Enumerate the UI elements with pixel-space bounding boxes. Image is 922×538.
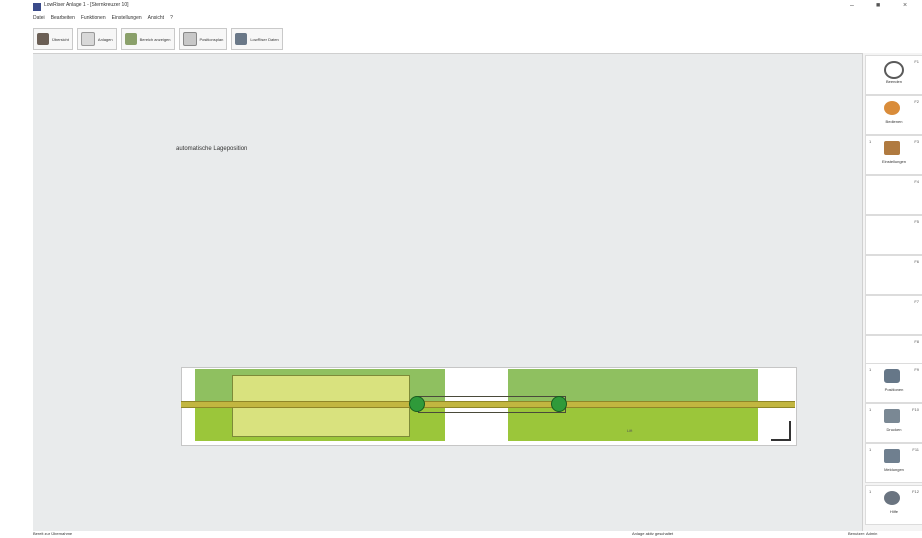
sidebar-fkey: F4 [914, 179, 919, 184]
sidebar-item-label: Einstellungen [881, 159, 907, 164]
close-button[interactable]: × [903, 2, 907, 9]
sidebar-item-f7[interactable]: F7 [865, 295, 922, 335]
sidebar-item-f5[interactable]: F5 [865, 215, 922, 255]
settings-icon [884, 141, 900, 155]
resize-corner-icon[interactable] [771, 421, 791, 441]
toolbar-plan-label: Positionsplan [199, 36, 224, 42]
toolbar-area-button[interactable]: Bereich anzeigen [120, 28, 175, 50]
plant-diagram[interactable]: Lift [181, 367, 797, 446]
sidebar-fkey: F7 [914, 299, 919, 304]
sidebar-item-einstellungen[interactable]: 1 F3 Einstellungen [865, 135, 922, 175]
plant-icon [80, 32, 95, 46]
sidebar-fkey: F9 [914, 367, 919, 372]
app-icon [33, 3, 41, 11]
toolbar: Übersicht Anlagen Bereich anzeigen Posit… [33, 28, 283, 50]
menu-bearbeiten[interactable]: Bearbeiten [51, 15, 75, 25]
area-icon [124, 33, 137, 45]
overview-icon [37, 33, 49, 45]
sidebar-item-beenden[interactable]: F1 Beenden [865, 55, 922, 95]
rail-connector [418, 396, 566, 413]
sidebar-fkey: F11 [912, 447, 919, 452]
menu-datei[interactable]: Datei [33, 15, 45, 25]
menu-bar: Datei Bearbeiten Funktionen Einstellunge… [33, 15, 173, 25]
help-icon [884, 491, 900, 505]
sidebar-item-label: Bedienen [885, 119, 903, 124]
position-node-right[interactable] [551, 396, 567, 412]
sidebar-fkey: F12 [912, 489, 919, 494]
toolbar-plant-label: Anlagen [97, 36, 113, 42]
sidebar-fkey: F3 [914, 139, 919, 144]
sidebar-item-label: Beenden [885, 79, 902, 84]
sidebar-item-f4[interactable]: F4 [865, 175, 922, 215]
sidebar-fkey: F10 [912, 407, 919, 412]
canvas-caption: automatische Lageposition [176, 146, 248, 152]
sidebar-fkey: F5 [914, 219, 919, 224]
sidebar-fkey: F1 [914, 59, 919, 64]
status-bar: Bereit zur Übernahme Anlage aktiv gescha… [0, 531, 922, 538]
sidebar-fkey: F8 [914, 339, 919, 344]
status-right: Benutzer: Admin [848, 531, 878, 536]
sidebar-item-positionen[interactable]: 1 F9 Positionen [865, 363, 922, 403]
toolbar-data-label: LowRiser Daten [250, 36, 279, 42]
sidebar-item-meldungen[interactable]: 1 F11 Meldungen [865, 443, 922, 483]
print-icon [884, 409, 900, 423]
sidebar-marker: 1 [869, 447, 872, 452]
sidebar-item-label: Positionen [884, 387, 904, 392]
maximize-button[interactable]: ■ [876, 2, 880, 9]
position-node-left[interactable] [409, 396, 425, 412]
operate-icon [884, 101, 900, 115]
sidebar-item-label: Drucken [886, 427, 902, 432]
toolbar-overview-label: Übersicht [52, 36, 69, 42]
sidebar-item-f6[interactable]: F6 [865, 255, 922, 295]
menu-einstellungen[interactable]: Einstellungen [112, 15, 142, 25]
sidebar-item-label: Meldungen [884, 467, 904, 472]
menu-help[interactable]: ? [170, 15, 173, 25]
main-canvas: automatische Lageposition Lift [33, 53, 862, 534]
messages-icon [884, 449, 900, 463]
status-left: Bereit zur Übernahme [33, 531, 73, 536]
sidebar-marker: 1 [869, 407, 872, 412]
toolbar-area-label: Bereich anzeigen [139, 36, 171, 42]
window-title: LowRiser Anlage 1 - [Sternkreuzer 10] [44, 2, 129, 8]
power-icon [884, 61, 904, 79]
sidebar-marker: 1 [869, 489, 872, 494]
toolbar-overview-button[interactable]: Übersicht [33, 28, 73, 50]
sidebar-marker: 1 [869, 139, 872, 144]
minimize-button[interactable]: – [850, 2, 854, 9]
toolbar-plan-button[interactable]: Positionsplan [178, 28, 228, 50]
toolbar-data-button[interactable]: LowRiser Daten [231, 28, 283, 50]
positions-icon [884, 369, 900, 383]
data-icon [235, 33, 248, 45]
toolbar-plant-button[interactable]: Anlagen [76, 28, 117, 50]
sidebar-item-hilfe[interactable]: 1 F12 Hilfe [865, 485, 922, 525]
sidebar-item-drucken[interactable]: 1 F10 Drucken [865, 403, 922, 443]
function-key-sidebar: F1 Beenden F2 Bedienen 1 F3 Einstellunge… [862, 53, 922, 533]
sidebar-fkey: F2 [914, 99, 919, 104]
title-bar: LowRiser Anlage 1 - [Sternkreuzer 10] – … [0, 0, 922, 15]
sidebar-item-bedienen[interactable]: F2 Bedienen [865, 95, 922, 135]
status-middle: Anlage aktiv geschaltet [632, 531, 674, 536]
sidebar-item-label: Hilfe [889, 509, 898, 514]
sidebar-marker: 1 [869, 367, 872, 372]
menu-ansicht[interactable]: Ansicht [148, 15, 164, 25]
plan-icon [182, 32, 197, 46]
menu-funktionen[interactable]: Funktionen [81, 15, 106, 25]
sidebar-fkey: F6 [914, 259, 919, 264]
section-label: Lift [627, 428, 633, 433]
